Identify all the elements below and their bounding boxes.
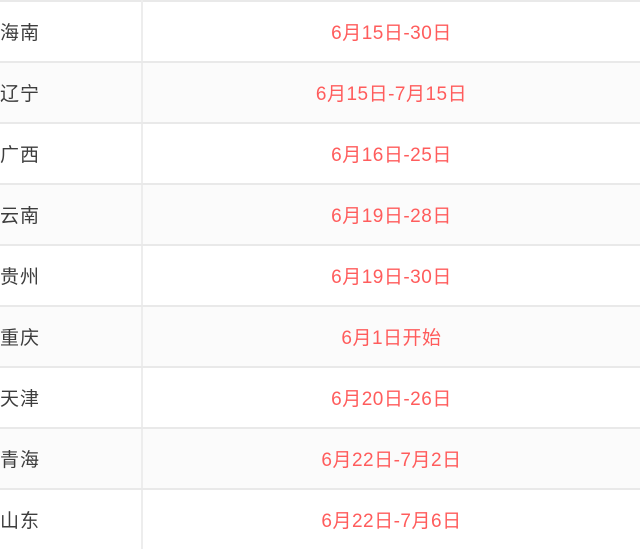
table-row: 青海 6月22日-7月2日 bbox=[0, 428, 640, 490]
region-cell: 海南 bbox=[0, 1, 143, 63]
date-range-cell: 6月16日-25日 bbox=[142, 123, 640, 185]
table-row: 贵州 6月19日-30日 bbox=[0, 245, 640, 307]
table-row: 辽宁 6月15日-7月15日 bbox=[0, 62, 640, 124]
region-cell: 广西 bbox=[0, 123, 143, 185]
date-range-cell: 6月15日-7月15日 bbox=[142, 62, 640, 124]
table-row: 海南 6月15日-30日 bbox=[0, 1, 640, 63]
date-range-cell: 6月1日开始 bbox=[142, 306, 640, 368]
region-schedule-table: 海南 6月15日-30日 辽宁 6月15日-7月15日 广西 6月16日-25日… bbox=[0, 0, 640, 549]
date-range-cell: 6月20日-26日 bbox=[142, 367, 640, 429]
region-cell: 云南 bbox=[0, 184, 143, 246]
table-row: 天津 6月20日-26日 bbox=[0, 367, 640, 429]
region-cell: 重庆 bbox=[0, 306, 143, 368]
region-cell: 辽宁 bbox=[0, 62, 143, 124]
table-row: 山东 6月22日-7月6日 bbox=[0, 489, 640, 549]
date-range-cell: 6月22日-7月2日 bbox=[142, 428, 640, 490]
date-range-cell: 6月22日-7月6日 bbox=[321, 511, 462, 532]
table-row: 广西 6月16日-25日 bbox=[0, 123, 640, 185]
table-body: 海南 6月15日-30日 辽宁 6月15日-7月15日 广西 6月16日-25日… bbox=[0, 1, 640, 549]
table-row: 重庆 6月1日开始 bbox=[0, 306, 640, 368]
region-cell: 天津 bbox=[0, 367, 143, 429]
date-range-cell: 6月19日-28日 bbox=[142, 184, 640, 246]
region-cell: 青海 bbox=[0, 428, 143, 490]
table-row: 云南 6月19日-28日 bbox=[0, 184, 640, 246]
region-cell: 山东 bbox=[0, 489, 143, 549]
region-cell: 贵州 bbox=[0, 245, 143, 307]
date-range-cell: 6月15日-30日 bbox=[142, 1, 640, 63]
date-range-cell: 6月19日-30日 bbox=[142, 245, 640, 307]
